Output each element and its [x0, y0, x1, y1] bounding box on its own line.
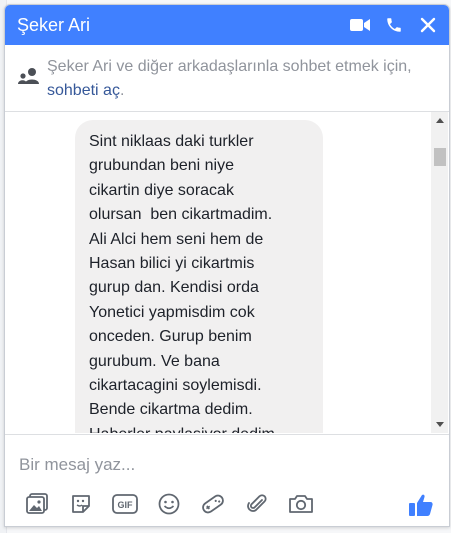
message-line: cikartacagini soylemisdi. [89, 377, 262, 395]
message-composer: GIF [5, 434, 449, 526]
message-line: Bende cikartma dedim. [89, 401, 253, 419]
message-line: Hasan bilici yi cikartmis [89, 255, 255, 273]
emoji-icon[interactable] [151, 489, 187, 519]
attachment-icon[interactable] [239, 489, 275, 519]
message-line: Yonetici yapmisdim cok [89, 303, 255, 321]
chat-request-notice: Şeker Ari ve diğer arkadaşlarınla sohbet… [5, 45, 449, 112]
svg-text:GIF: GIF [118, 500, 134, 510]
thumbs-up-icon[interactable] [405, 490, 437, 520]
notice-text: Şeker Ari ve diğer arkadaşlarınla sohbet… [47, 55, 437, 103]
phone-icon[interactable] [377, 5, 411, 45]
notice-period: . [119, 82, 125, 99]
chat-title[interactable]: Şeker Ari [17, 15, 343, 36]
photo-icon[interactable] [19, 489, 55, 519]
message-line: onceden. Gurup benim [89, 328, 252, 346]
message-line: cikartin diye soracak [89, 181, 234, 199]
message-line: grubundan beni niye [89, 157, 235, 175]
sticker-icon[interactable] [63, 489, 99, 519]
message-scrollbar[interactable] [431, 112, 448, 433]
message-line: Haberler paylasiyor dedim. [89, 423, 311, 433]
message-input[interactable] [17, 451, 421, 479]
gif-icon[interactable]: GIF [107, 489, 143, 519]
close-icon[interactable] [411, 5, 445, 45]
scrollbar-thumb[interactable] [434, 148, 446, 166]
message-line: gurup dan. Kendisi orda [89, 279, 259, 297]
chat-header[interactable]: Şeker Ari [5, 5, 449, 45]
chat-window: Şeker Ari Şeker Ari ve diğer arkadaşları… [4, 4, 450, 527]
composer-toolbar: GIF [19, 489, 327, 519]
friends-icon [17, 67, 41, 90]
message-line: Sint niklaas daki turkler [89, 133, 254, 150]
game-controller-icon[interactable] [195, 489, 231, 519]
open-chat-link[interactable]: sohbeti aç [47, 82, 120, 99]
video-camera-icon[interactable] [343, 5, 377, 45]
notice-message: Şeker Ari ve diğer arkadaşlarınla sohbet… [47, 58, 412, 75]
message-line: Ali Alci hem seni hem de [89, 230, 264, 248]
camera-icon[interactable] [283, 489, 319, 519]
message-bubble: Sint niklaas daki turkler grubundan beni… [75, 120, 323, 433]
message-line: olursan ben cikartmadim. [89, 206, 273, 224]
message-list[interactable]: Sint niklaas daki turkler grubundan beni… [5, 112, 431, 433]
scroll-up-arrow-icon[interactable] [431, 112, 448, 129]
scroll-down-arrow-icon[interactable] [431, 416, 448, 433]
message-line: gurubum. Ve bana [89, 352, 220, 370]
